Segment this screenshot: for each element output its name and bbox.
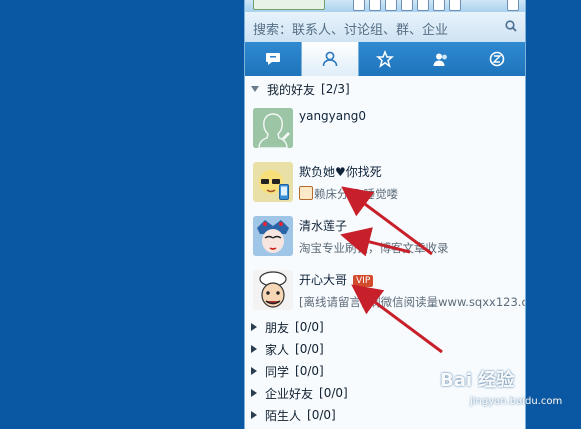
tab-groups[interactable] xyxy=(413,42,469,76)
chef-avatar-icon xyxy=(253,270,293,310)
avatar[interactable] xyxy=(253,216,293,256)
search-icon[interactable] xyxy=(505,20,517,32)
contact-row[interactable]: yangyang0 xyxy=(245,104,525,158)
watermark-url: jingyan.baidu.com xyxy=(470,396,563,407)
expand-arrow-icon xyxy=(251,389,257,397)
top-toolbar xyxy=(245,0,525,12)
contact-signature: [离线请留言] 刷微信阅读量www.sqxx123.c xyxy=(299,295,526,309)
contact-signature: 赖床分子 睡觉喽 xyxy=(299,186,398,202)
mobile-phone-icon xyxy=(279,184,289,200)
emoji-icon xyxy=(299,186,313,200)
contact-row[interactable]: 清水莲子 淘宝专业刷钻，博客文章收录 xyxy=(245,212,525,266)
contact-row[interactable]: 欺负她♥你找死 赖床分子 睡觉喽 xyxy=(245,158,525,212)
search-bar[interactable]: 搜索：联系人、讨论组、群、企业 xyxy=(245,12,525,43)
group-strangers[interactable]: 陌生人 [0/0] xyxy=(251,405,336,425)
group-classmates[interactable]: 同学 [0/0] xyxy=(251,361,324,381)
main-tabs xyxy=(245,42,525,76)
qzone-icon xyxy=(489,51,505,67)
expand-arrow-icon xyxy=(251,367,257,375)
contact-name: 清水莲子 xyxy=(299,219,348,233)
mail-icon[interactable] xyxy=(369,0,381,11)
weather-thumb[interactable] xyxy=(253,0,325,10)
menu-icon[interactable] xyxy=(507,0,519,11)
avatar[interactable] xyxy=(253,270,293,310)
group-enterprise[interactable]: 企业好友 [0/0] xyxy=(251,383,348,403)
tab-recent-chats[interactable] xyxy=(245,42,301,76)
star-icon xyxy=(376,50,394,68)
expand-arrow-icon xyxy=(251,345,257,353)
app-icon[interactable] xyxy=(385,0,397,11)
tab-favorites[interactable] xyxy=(357,42,413,76)
contact-row[interactable]: 开心大哥 VIP [离线请留言] 刷微信阅读量www.sqxx123.c xyxy=(245,266,525,320)
contact-name: 欺负她♥你找死 xyxy=(299,165,382,179)
person-icon xyxy=(322,51,338,67)
app-icon[interactable] xyxy=(401,0,413,11)
expand-arrow-icon xyxy=(251,411,257,419)
qq-contact-panel: 搜索：联系人、讨论组、群、企业 我的好友 [2/3] yangyang0 欺负她… xyxy=(244,0,526,429)
vip-badge: VIP xyxy=(353,275,374,287)
group-icon xyxy=(433,53,447,66)
collapse-arrow-icon xyxy=(251,86,259,92)
app-icon[interactable] xyxy=(433,0,445,11)
contact-signature: 淘宝专业刷钻，博客文章收录 xyxy=(299,241,449,255)
star-icon[interactable] xyxy=(353,0,365,11)
search-input[interactable]: 搜索：联系人、讨论组、群、企业 xyxy=(253,19,448,38)
group-my-friends[interactable]: 我的好友 [2/3] xyxy=(251,79,350,99)
tab-contacts[interactable] xyxy=(301,42,359,76)
opera-mask-avatar-icon xyxy=(253,216,293,256)
chat-bubble-icon xyxy=(266,53,280,65)
avatar[interactable] xyxy=(253,108,293,148)
watermark-logo: Bai 经验 xyxy=(440,370,515,391)
contact-name: yangyang0 xyxy=(299,109,366,123)
expand-arrow-icon xyxy=(251,323,257,331)
tab-discover[interactable] xyxy=(469,42,525,76)
app-icon[interactable] xyxy=(417,0,429,11)
group-friends[interactable]: 朋友 [0/0] xyxy=(251,317,324,337)
app-icon[interactable] xyxy=(449,0,461,11)
default-avatar-icon xyxy=(253,108,293,148)
contact-name: 开心大哥 VIP xyxy=(299,271,374,288)
group-family[interactable]: 家人 [0/0] xyxy=(251,339,324,359)
